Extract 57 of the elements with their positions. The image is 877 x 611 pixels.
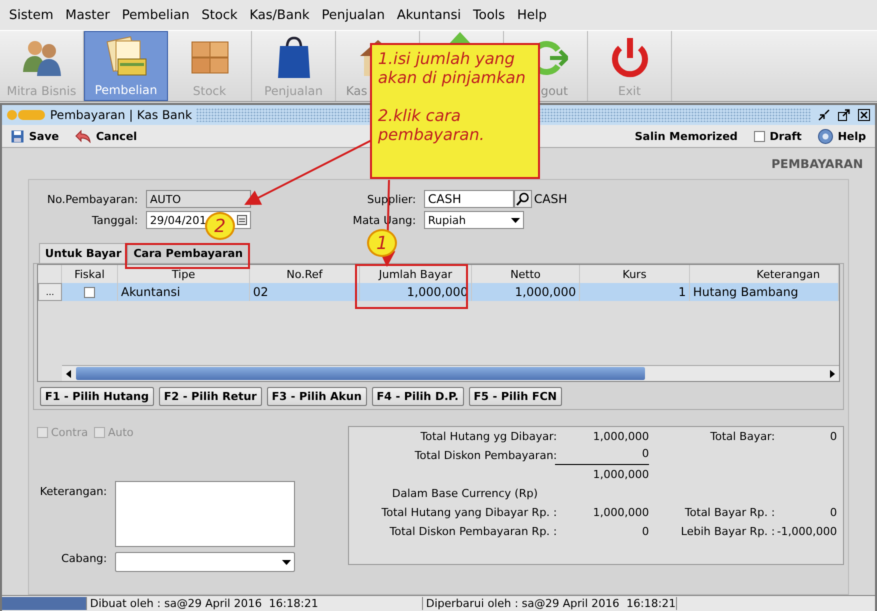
field-label: Keterangan: (38, 484, 107, 498)
toolbar-button[interactable]: Cancel (72, 130, 140, 142)
function-button[interactable]: F5 - Pilih FCN (468, 387, 562, 406)
help-button[interactable]: Help (814, 128, 869, 144)
menu-item[interactable]: Penjualan (316, 8, 392, 22)
function-button[interactable]: F2 - Pilih Retur (158, 387, 262, 406)
table-cell: Hutang Bambang (690, 283, 839, 301)
table-row[interactable]: ... Akuntansi 02 1,000,000 1,000,000 1 Hutang Bambang (38, 283, 839, 301)
summary-label: Total Bayar: (709, 430, 775, 443)
supplier-field[interactable]: CASH (424, 190, 514, 208)
supplier-name: CASH (534, 192, 568, 206)
currency-dropdown[interactable]: Rupiah (424, 211, 524, 229)
summary-label: Total Bayar Rp. : (684, 506, 775, 519)
function-button[interactable]: F4 - Pilih D.P. (372, 387, 464, 406)
draft-checkbox[interactable]: Draft (750, 130, 805, 142)
menu-item[interactable]: Akuntansi (392, 8, 468, 22)
summary-value: 1,000,000 (592, 506, 649, 519)
summary-value: 0 (641, 525, 649, 538)
summary-label: Total Diskon Pembayaran Rp. : (388, 525, 557, 538)
menu-item[interactable]: Pembelian (116, 8, 197, 22)
menu-item[interactable]: Tools (468, 8, 512, 22)
summary-value: 1,000,000 (592, 468, 649, 481)
memorize-button[interactable]: Salin Memorized (632, 130, 741, 142)
table-cell: 1,000,000 (472, 283, 580, 301)
form-heading: PEMBAYARAN (770, 156, 864, 173)
summary-value: 0 (555, 446, 649, 464)
summary-value: 1,000,000 (592, 430, 649, 443)
summary-value: -1,000,000 (776, 525, 837, 538)
summary-value: 0 (829, 506, 837, 519)
tab[interactable]: Untuk Bayar (39, 243, 128, 263)
menu-item[interactable]: Help (512, 8, 554, 22)
function-button[interactable]: F3 - Pilih Akun (266, 387, 367, 406)
status-text: Diperbarui oleh : sa@29 April 2016 16:18:21 (423, 597, 677, 610)
field-label: Tanggal: (90, 214, 138, 226)
summary-label: Lebih Bayar Rp. : (680, 525, 775, 538)
menu-item[interactable]: Kas/Bank (244, 8, 317, 22)
table-cell: Akuntansi (118, 283, 250, 301)
window-title: Pembayaran | Kas Bank (50, 108, 192, 122)
function-button[interactable]: F1 - Pilih Hutang (40, 387, 154, 406)
field-label: Cabang: (60, 552, 107, 567)
menu-item[interactable]: Master (60, 8, 117, 22)
table-cell: 02 (250, 283, 360, 301)
summary-label: Total Hutang yang Dibayar Rp. : (380, 506, 557, 519)
table-cell: 1,000,000 (360, 283, 472, 301)
field-label: No.Pembayaran: (47, 192, 138, 206)
summary-value: 0 (829, 430, 837, 443)
menu-item[interactable]: Sistem (4, 8, 60, 22)
callout-text: 2.klik cara pembayaran. (378, 106, 486, 144)
row-button[interactable]: ... (38, 283, 62, 301)
summary-heading: Dalam Base Currency (Rp) (391, 487, 539, 500)
menu-item[interactable]: Stock (196, 8, 245, 22)
toolbar-button[interactable]: Save (8, 130, 62, 142)
status-text: Dibuat oleh : sa@29 April 2016 16:18:21 (87, 597, 423, 610)
table-cell: 1 (580, 283, 690, 301)
number-field: AUTO (146, 190, 251, 208)
summary-label: Total Hutang yg Dibayar: (420, 430, 557, 443)
summary-label: Total Diskon Pembayaran: (414, 449, 557, 462)
